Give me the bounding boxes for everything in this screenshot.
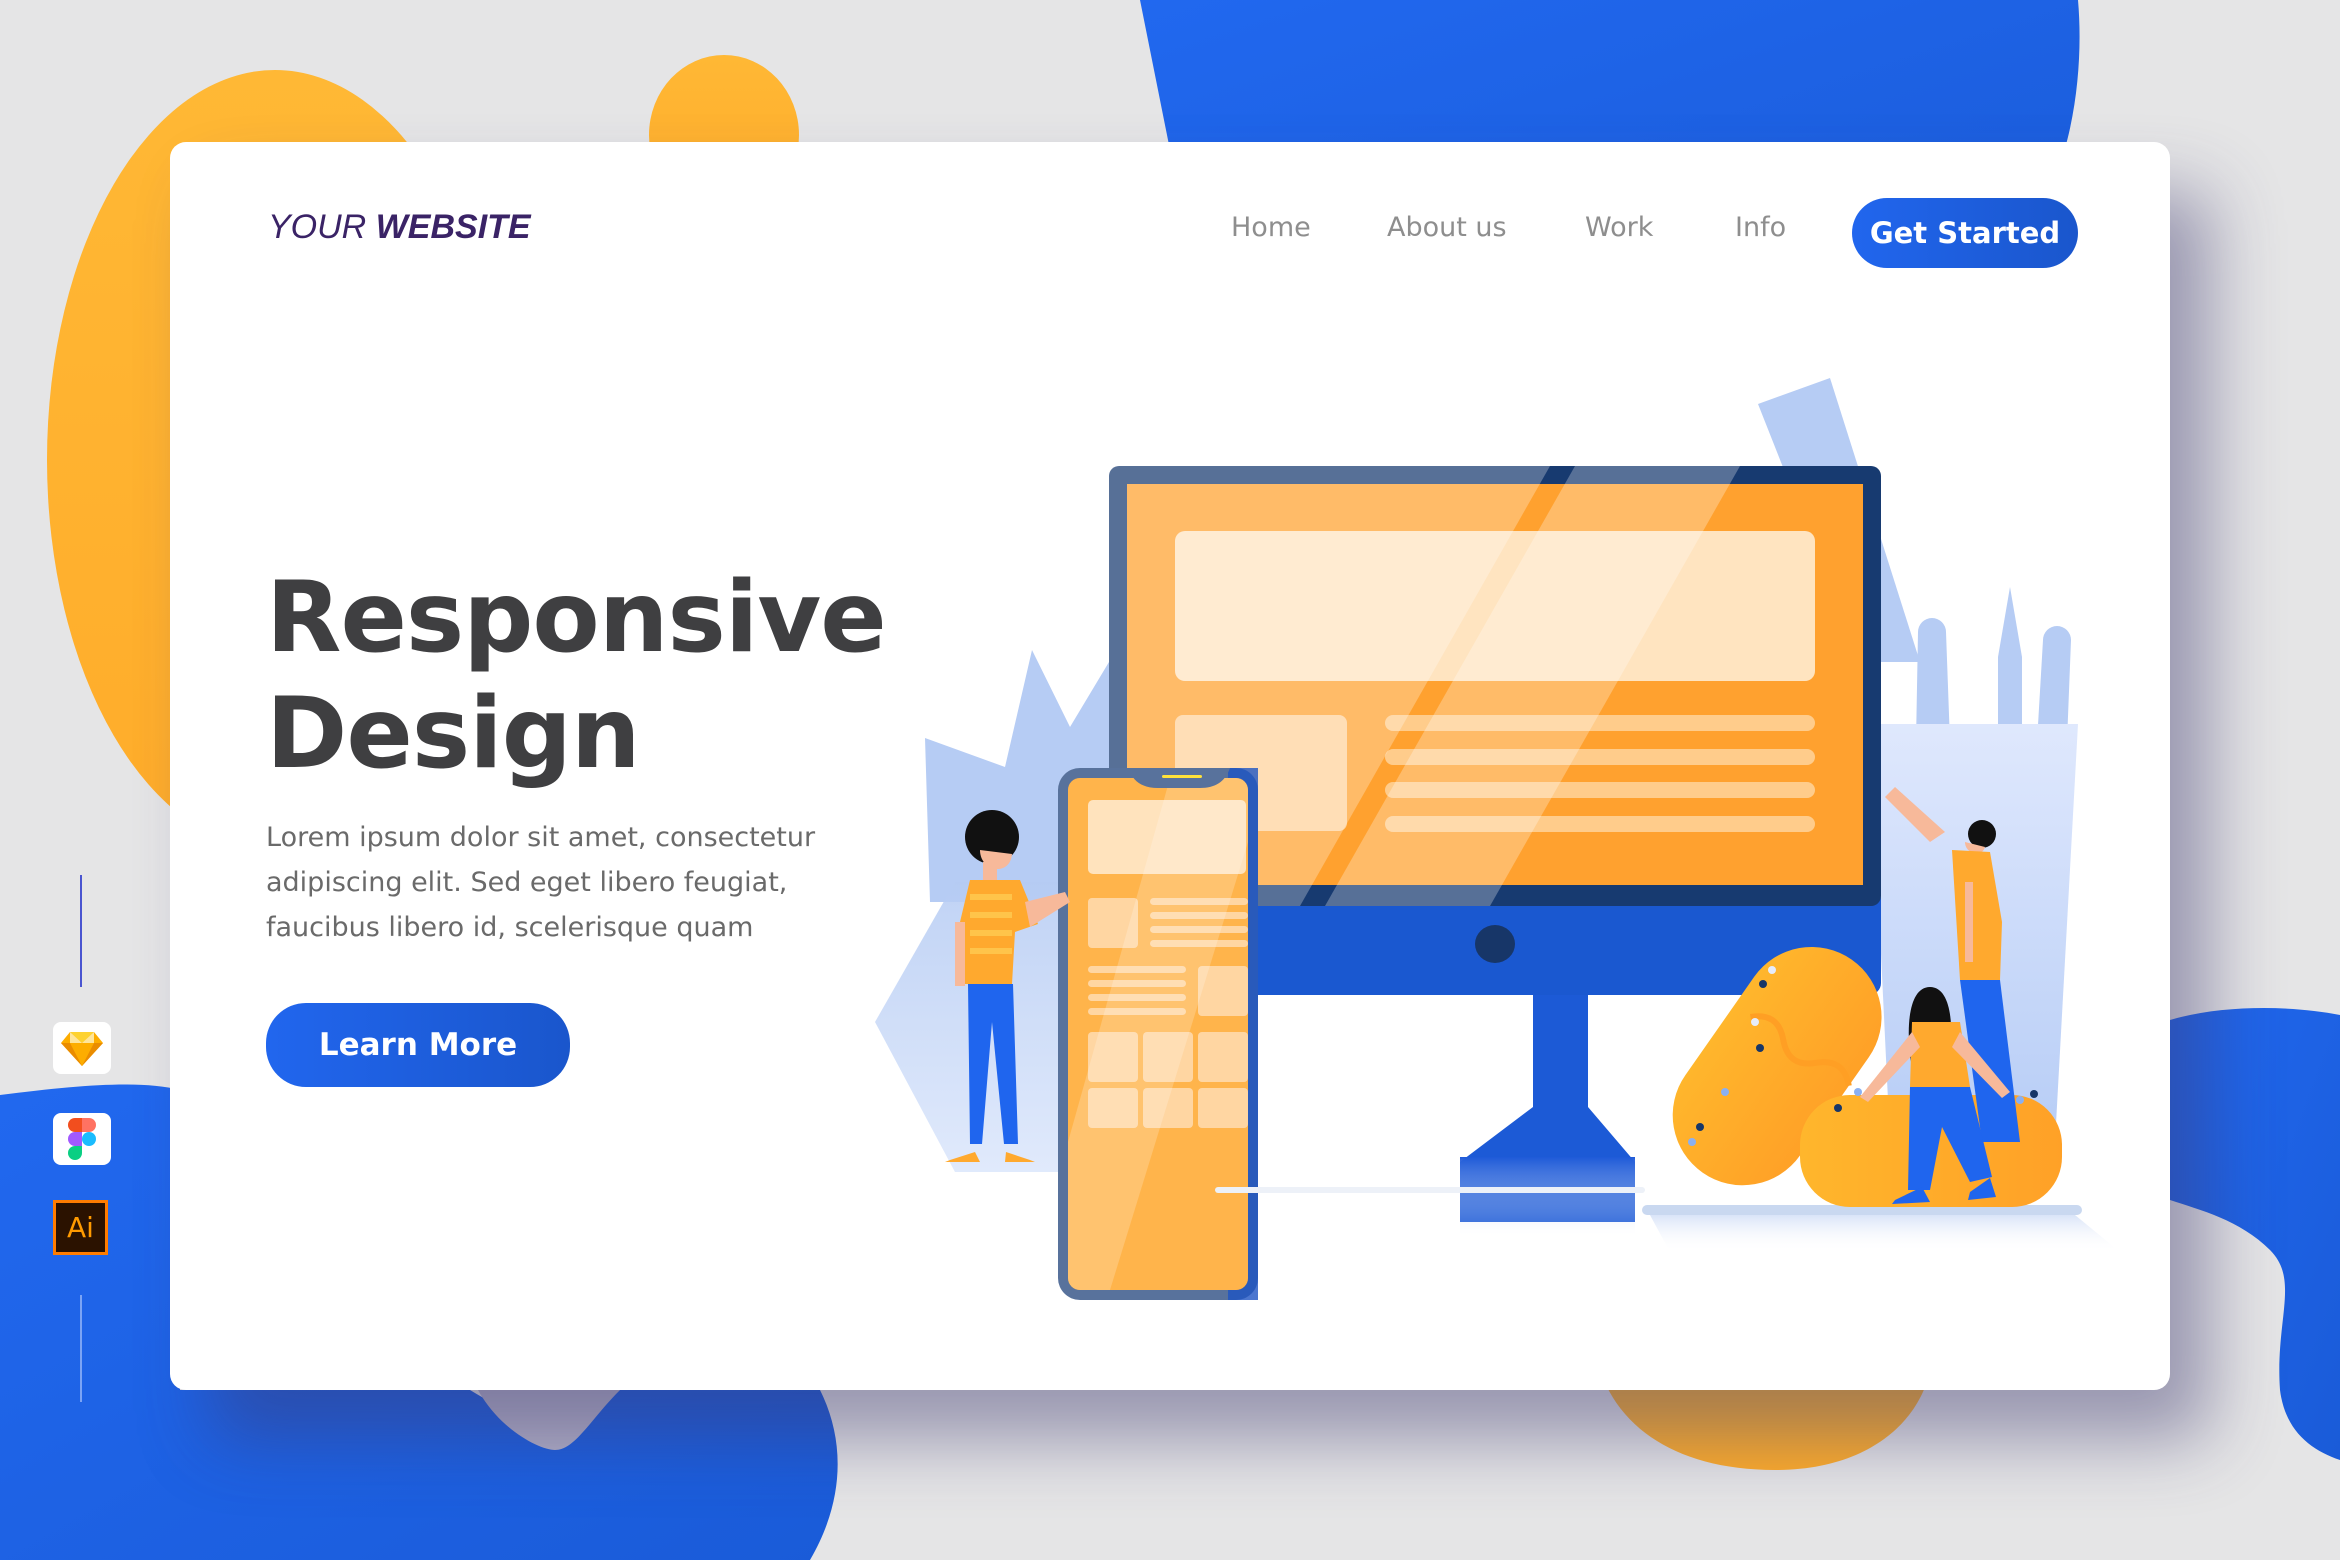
monitor-camera [1475, 925, 1515, 963]
screen-text-line [1385, 782, 1815, 798]
screen-image-block [1175, 715, 1347, 831]
screen-text-line [1385, 715, 1815, 731]
get-started-button[interactable]: Get Started [1852, 198, 2078, 268]
man-hair [1968, 820, 1996, 848]
hero-description-line: faucibus libero id, scelerisque quam [266, 912, 754, 943]
hero-title: Responsive Design [266, 560, 887, 792]
side-divider-bottom [80, 1295, 82, 1402]
screen-glare [1109, 466, 1550, 906]
nav-link-info[interactable]: Info [1735, 212, 1786, 243]
leaf-shape [925, 650, 1160, 902]
person-woman [1860, 987, 2010, 1204]
screen-text-line [1385, 816, 1815, 832]
screen-banner-block [1175, 531, 1815, 681]
woman-shirt [1910, 1022, 1970, 1087]
logo-prefix: YOUR [268, 208, 367, 246]
hero-title-line1: Responsive [266, 561, 887, 675]
pencil-right [2037, 626, 2071, 742]
bun-tilted [1672, 946, 1882, 1186]
hero-title-line2: Design [266, 677, 641, 791]
illustrator-icon[interactable]: Ai [53, 1200, 108, 1255]
boy-shirt [960, 880, 1038, 984]
person-man [1885, 787, 2020, 1142]
boy-hair [965, 810, 1019, 864]
phone-body [1058, 768, 1258, 1300]
monitor [1109, 466, 1881, 1237]
boy-pants [968, 984, 1018, 1144]
nav-link-work[interactable]: Work [1585, 212, 1653, 243]
logo-suffix: WEBSITE [375, 208, 531, 246]
nav-link-about-us[interactable]: About us [1387, 212, 1507, 243]
hero-description: Lorem ipsum dolor sit amet, consectetur … [266, 815, 826, 950]
ruler-shape [1758, 378, 1920, 662]
monitor-stand-neck [1460, 982, 1635, 1222]
phone-screen [1068, 778, 1248, 1290]
sketch-diamond-glyph [61, 1032, 103, 1066]
hero-description-line: Lorem ipsum dolor sit amet, consectetur [266, 822, 816, 853]
buns-plate [1642, 946, 2120, 1252]
woman-hair [1908, 987, 1952, 1082]
site-logo[interactable]: YOUR WEBSITE [268, 208, 531, 247]
man-shirt [1952, 850, 2002, 980]
bun-round [1800, 1095, 2062, 1207]
sketch-icon[interactable] [53, 1022, 111, 1074]
side-divider-top [80, 875, 82, 987]
hexagon-shape [875, 882, 1130, 1172]
learn-more-button[interactable]: Learn More [266, 1003, 570, 1087]
illustration-backdrop [875, 378, 2078, 1172]
monitor-bezel [1109, 466, 1881, 906]
screen-text-line [1385, 749, 1815, 765]
phone [1058, 768, 1258, 1300]
phone-notch [1128, 768, 1230, 788]
nav-link-home[interactable]: Home [1231, 212, 1311, 243]
man-pants [1960, 980, 2020, 1142]
illustrator-icon-label: Ai [67, 1211, 94, 1244]
hero-description-line: adipiscing elit. Sed eget libero feugiat… [266, 867, 788, 898]
figma-icon[interactable] [53, 1113, 111, 1165]
person-boy [945, 810, 1070, 1162]
pencil-tip [1998, 587, 2022, 742]
bg-blue-blob-right [2170, 1008, 2340, 1460]
floor-shadow [1215, 1187, 1645, 1193]
figma-glyph [68, 1118, 96, 1160]
monitor-chin [1109, 887, 1881, 995]
monitor-screen [1127, 484, 1863, 885]
pencil-cup [1870, 724, 2078, 1142]
phone-speaker [1162, 775, 1202, 778]
plate [1642, 1205, 2082, 1215]
landing-page-card: YOUR WEBSITE Home About us Work Info Get… [170, 142, 2170, 1390]
phone-banner-block [1088, 800, 1246, 874]
pencil-left [1916, 618, 1950, 742]
woman-pants [1908, 1087, 1992, 1190]
